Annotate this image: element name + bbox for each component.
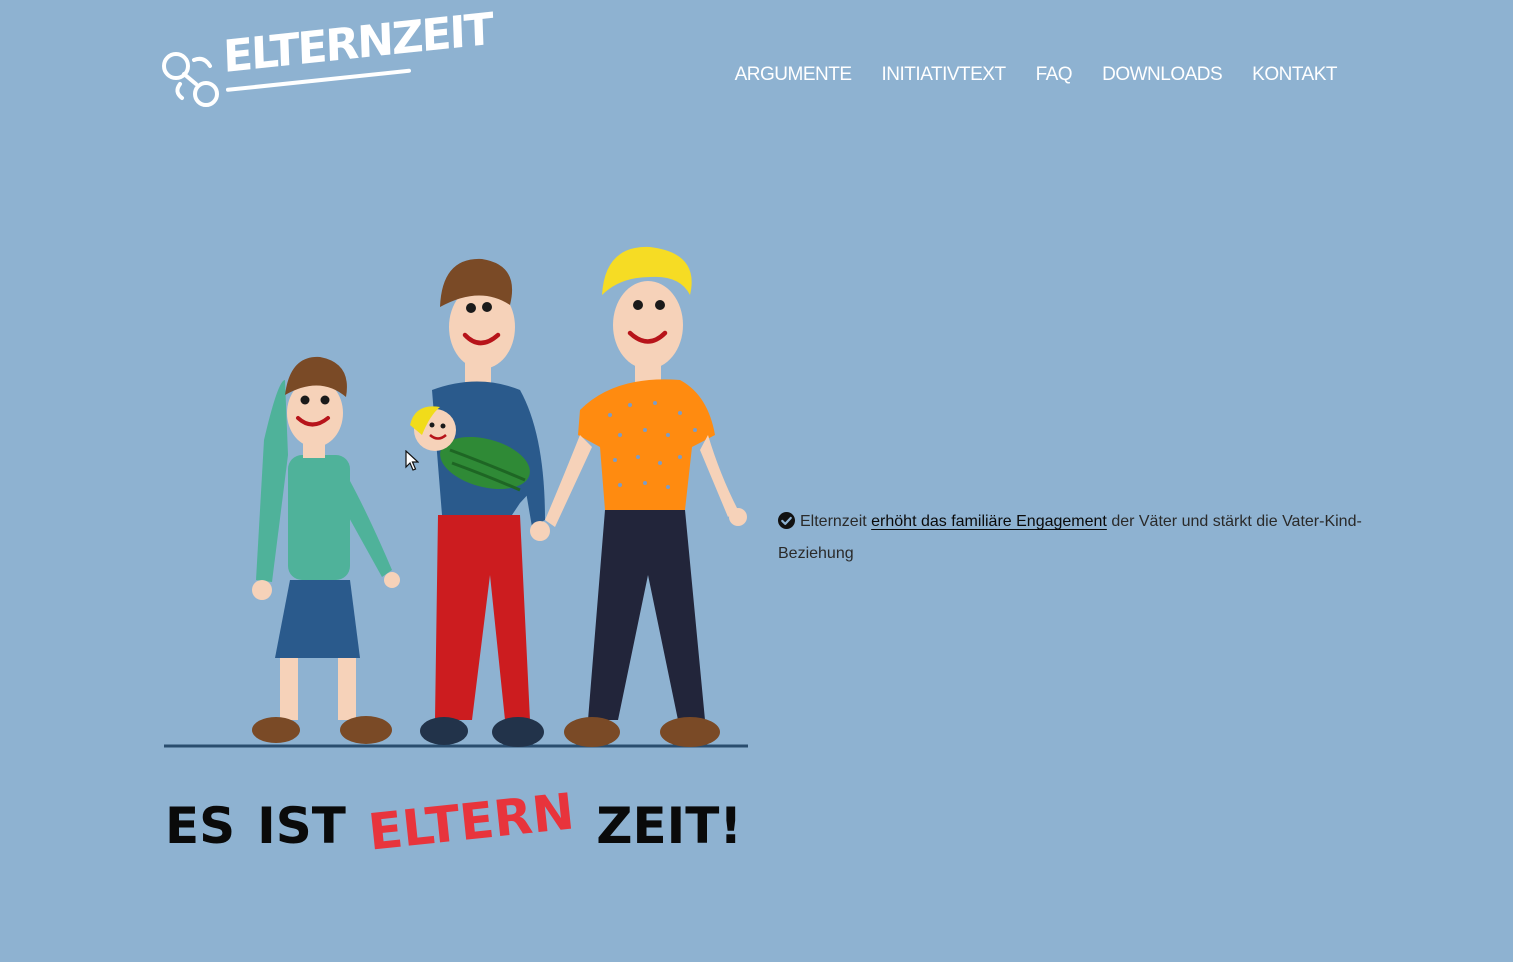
- nav-initiativtext[interactable]: INITIATIVTEXT: [882, 64, 1007, 86]
- pacifier-icon: [162, 52, 219, 107]
- slogan-word-accent: ELTERN: [365, 782, 577, 862]
- slogan-word: ES: [165, 797, 236, 855]
- site-header: ELTERNZEIT ARGUMENTE INITIATIVTEXT FAQ D…: [0, 0, 1513, 140]
- check-circle-icon: [778, 512, 795, 529]
- nav-faq[interactable]: FAQ: [1036, 64, 1073, 86]
- site-logo[interactable]: ELTERNZEIT: [160, 4, 493, 117]
- family-illustration: [160, 235, 760, 855]
- child-figure: [252, 356, 400, 744]
- nav-argumente[interactable]: ARGUMENTE: [735, 64, 852, 86]
- parent-figure: [545, 246, 747, 747]
- nav-kontakt[interactable]: KONTAKT: [1252, 64, 1337, 86]
- argument-prefix: Elternzeit: [800, 513, 867, 530]
- nav-downloads[interactable]: DOWNLOADS: [1102, 64, 1223, 86]
- argument-text: Elternzeit erhöht das familiäre Engageme…: [778, 506, 1368, 570]
- logo-wordmark: ELTERNZEIT: [222, 3, 493, 84]
- slogan-word: IST: [257, 797, 346, 855]
- hero-slogan: ES IST ELTERN ZEIT!: [165, 775, 742, 861]
- argument-link[interactable]: erhöht das familiäre Engagement: [871, 513, 1107, 530]
- slogan-word: ZEIT!: [596, 797, 743, 855]
- father-figure: [410, 258, 550, 747]
- main-nav: ARGUMENTE INITIATIVTEXT FAQ DOWNLOADS KO…: [735, 64, 1338, 86]
- mouse-cursor-icon: [405, 450, 419, 471]
